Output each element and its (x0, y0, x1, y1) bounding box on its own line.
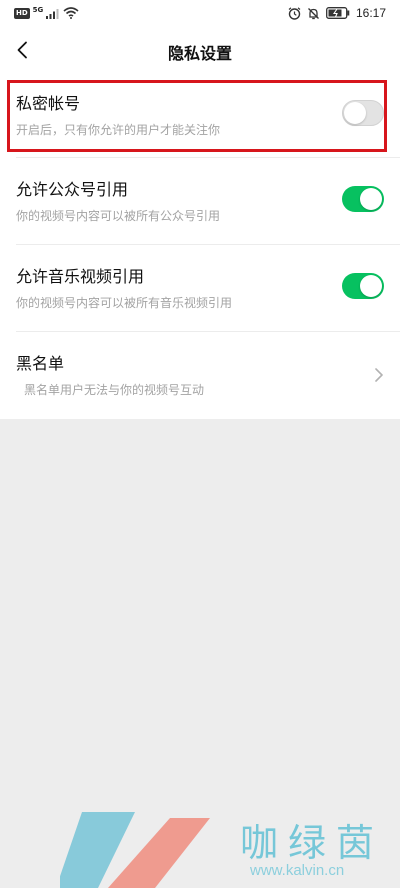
mute-bell-icon (308, 7, 319, 19)
status-bar: HD 5G 16:17 (0, 0, 400, 28)
setting-title: 允许音乐视频引用 (16, 267, 145, 286)
setting-title: 黑名单 (16, 354, 65, 373)
setting-row-allow-music[interactable]: 允许音乐视频引用 你的视频号内容可以被所有音乐视频引用 (0, 245, 400, 332)
status-time: 16:17 (355, 6, 386, 20)
setting-row-private-account[interactable]: 私密帐号 开启后，只有你允许的用户才能关注你 (0, 72, 400, 158)
setting-title: 允许公众号引用 (16, 180, 129, 199)
hd-badge: HD (14, 7, 30, 19)
watermark-url: www.kalvin.cn (250, 862, 345, 879)
nav-bar: 隐私设置 (0, 28, 400, 72)
watermark: 咖绿茵 www.kalvin.cn (0, 800, 400, 888)
allow-music-toggle[interactable] (342, 273, 384, 299)
status-left: HD 5G (14, 6, 79, 19)
setting-title: 私密帐号 (16, 94, 81, 113)
watermark-title: 咖绿茵 (240, 821, 385, 865)
setting-description: 开启后，只有你允许的用户才能关注你 (16, 123, 221, 137)
toggle-knob (360, 188, 382, 210)
chevron-right-icon (375, 368, 383, 382)
toggle-knob (360, 275, 382, 297)
watermark-logo-icon (60, 812, 210, 888)
status-right: 16:17 (288, 6, 386, 20)
allow-official-toggle[interactable] (342, 186, 384, 212)
private-account-toggle[interactable] (342, 100, 384, 126)
settings-list: 私密帐号 开启后，只有你允许的用户才能关注你 允许公众号引用 你的视频号内容可以… (0, 72, 400, 419)
setting-row-allow-official[interactable]: 允许公众号引用 你的视频号内容可以被所有公众号引用 (0, 158, 400, 245)
network-type-label: 5G (32, 6, 44, 14)
setting-row-blacklist[interactable]: 黑名单 黑名单用户无法与你的视频号互动 (0, 332, 400, 419)
wifi-icon (63, 7, 79, 19)
signal-icon (46, 8, 59, 19)
setting-description: 你的视频号内容可以被所有公众号引用 (16, 209, 221, 223)
page-title: 隐私设置 (167, 44, 232, 63)
toggle-knob (344, 102, 366, 124)
battery-icon (326, 7, 350, 19)
setting-description: 你的视频号内容可以被所有音乐视频引用 (16, 296, 233, 310)
setting-description: 黑名单用户无法与你的视频号互动 (24, 383, 205, 397)
alarm-icon (288, 6, 301, 20)
